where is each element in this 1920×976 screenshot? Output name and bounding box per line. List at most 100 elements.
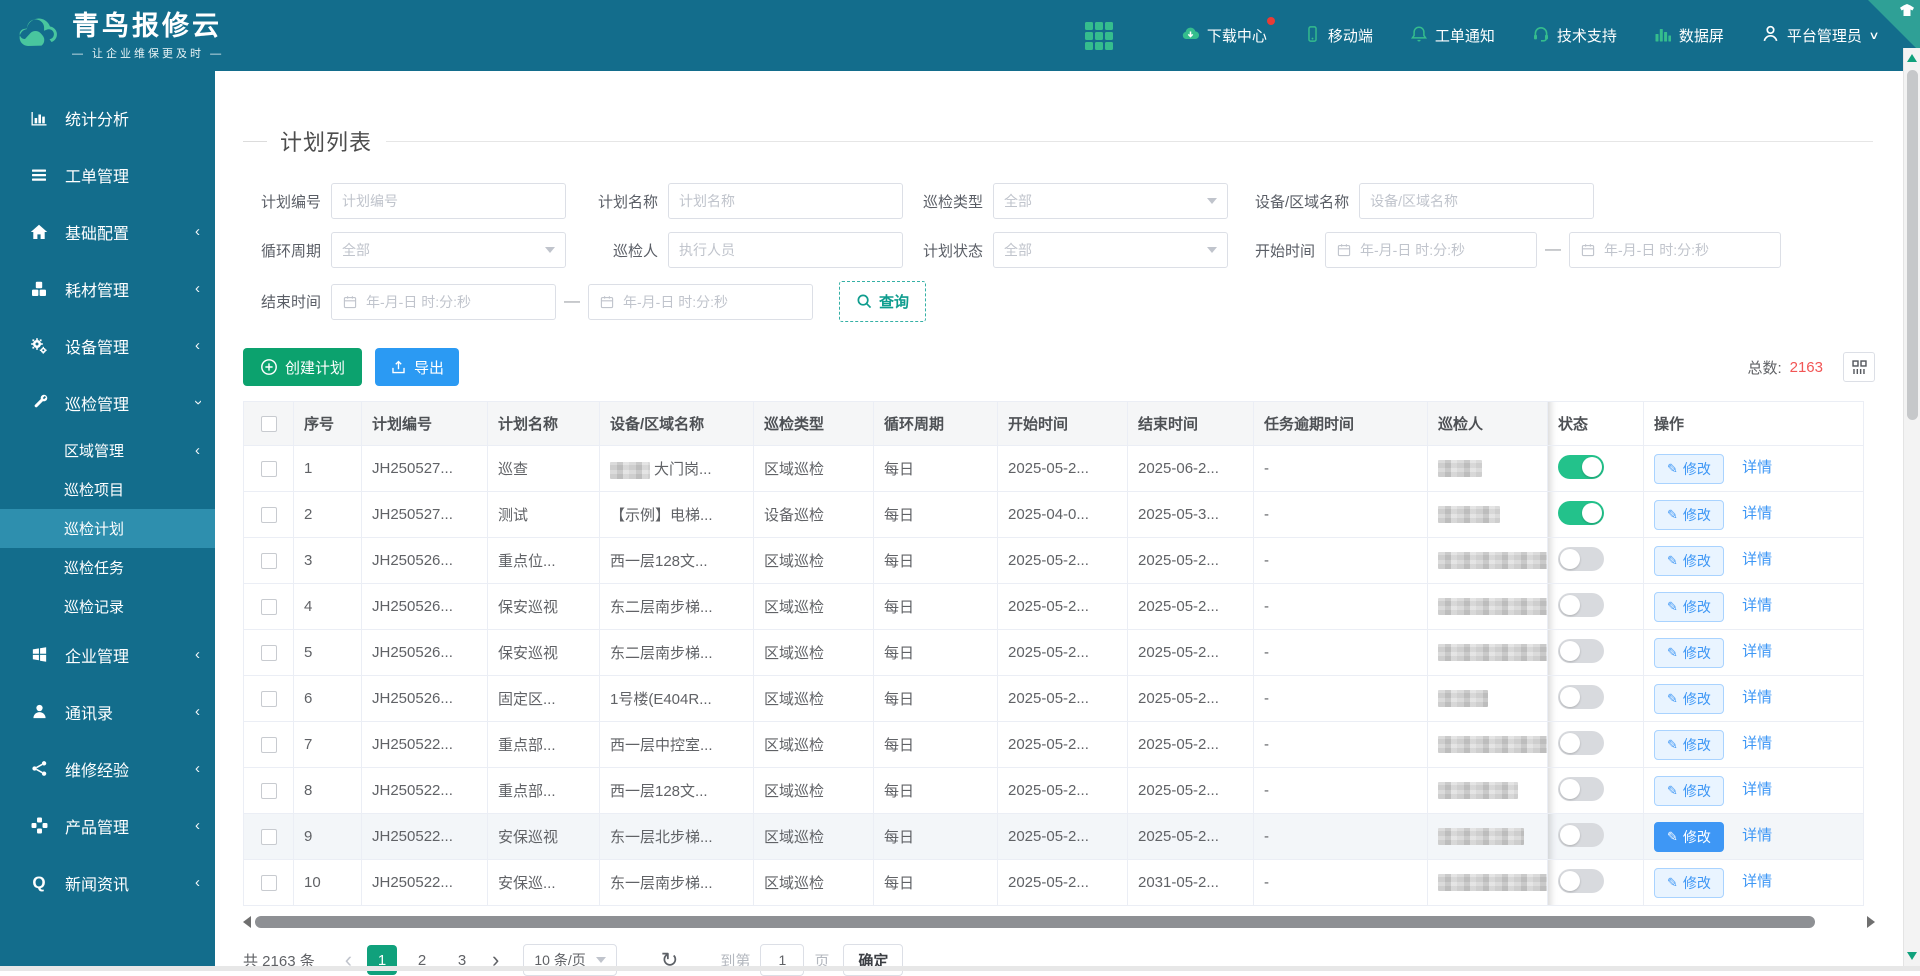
status-toggle[interactable] (1558, 685, 1604, 709)
scroll-down-arrow[interactable] (1907, 952, 1917, 960)
page-vertical-scrollbar[interactable] (1903, 48, 1920, 966)
column-settings-button[interactable] (1843, 352, 1875, 382)
modify-button[interactable]: ✎修改 (1654, 546, 1724, 576)
theme-ribbon[interactable] (1868, 0, 1920, 52)
detail-link[interactable]: 详情 (1742, 827, 1772, 844)
cell-device-area: 东二层南步梯... (600, 630, 754, 676)
select-all-checkbox[interactable] (261, 416, 277, 432)
inspector-input[interactable] (668, 232, 903, 268)
sidebar-item-equipment[interactable]: 设备管理 ‹ (0, 317, 215, 374)
scrollbar-thumb[interactable] (255, 916, 1815, 928)
row-checkbox[interactable] (261, 507, 277, 523)
detail-link[interactable]: 详情 (1742, 643, 1772, 660)
user-menu[interactable]: 平台管理员 ∨ (1760, 23, 1878, 48)
start-time-from-picker[interactable]: 年-月-日 时:分:秒 (1325, 232, 1537, 268)
detail-link[interactable]: 详情 (1742, 551, 1772, 568)
search-button[interactable]: 查询 (844, 285, 921, 318)
row-checkbox[interactable] (261, 691, 277, 707)
end-time-from-picker[interactable]: 年-月-日 时:分:秒 (331, 284, 556, 320)
confirm-button[interactable]: 确定 (843, 944, 903, 976)
detail-link[interactable]: 详情 (1742, 689, 1772, 706)
status-toggle[interactable] (1558, 777, 1604, 801)
create-plan-button[interactable]: 创建计划 (243, 348, 362, 386)
detail-link[interactable]: 详情 (1742, 873, 1772, 890)
status-toggle[interactable] (1558, 869, 1604, 893)
cell-plan-name: 巡查 (488, 446, 600, 492)
caret-down-icon (545, 247, 555, 253)
status-toggle[interactable] (1558, 593, 1604, 617)
brand-logo[interactable]: 青鸟报修云 — 让企业维保更及时 — (0, 11, 230, 61)
export-button[interactable]: 导出 (375, 348, 459, 386)
sidebar-item-inspection-tasks[interactable]: 巡检任务 (0, 548, 215, 587)
start-time-to-picker[interactable]: 年-月-日 时:分:秒 (1569, 232, 1781, 268)
sidebar-item-statistics[interactable]: 统计分析 (0, 89, 215, 146)
row-checkbox[interactable] (261, 553, 277, 569)
plan-no-input[interactable] (331, 183, 566, 219)
sidebar-item-consumables[interactable]: 耗材管理 ‹ (0, 260, 215, 317)
row-checkbox[interactable] (261, 875, 277, 891)
detail-link[interactable]: 详情 (1742, 781, 1772, 798)
nav-mobile[interactable]: 移动端 (1303, 24, 1373, 48)
nav-order-notify[interactable]: 工单通知 (1409, 24, 1495, 48)
status-toggle[interactable] (1558, 639, 1604, 663)
plan-status-select[interactable]: 全部 (993, 232, 1228, 268)
sidebar-item-work-orders[interactable]: 工单管理 (0, 146, 215, 203)
sidebar-item-inspection-plans[interactable]: 巡检计划 (0, 509, 215, 548)
cycle-select[interactable]: 全部 (331, 232, 566, 268)
status-toggle[interactable] (1558, 501, 1604, 525)
cell-overdue-time: - (1254, 860, 1428, 906)
sidebar-item-basic-config[interactable]: 基础配置 ‹ (0, 203, 215, 260)
scroll-left-arrow[interactable] (243, 916, 251, 928)
modify-button[interactable]: ✎修改 (1654, 868, 1724, 898)
row-checkbox[interactable] (261, 461, 277, 477)
modify-button[interactable]: ✎修改 (1654, 638, 1724, 668)
sidebar-item-inspection-records[interactable]: 巡检记录 (0, 587, 215, 626)
detail-link[interactable]: 详情 (1742, 735, 1772, 752)
scroll-right-arrow[interactable] (1867, 916, 1875, 928)
inspection-type-select[interactable]: 全部 (993, 183, 1228, 219)
modify-button[interactable]: ✎修改 (1654, 592, 1724, 622)
status-toggle[interactable] (1558, 455, 1604, 479)
plan-name-input[interactable] (668, 183, 903, 219)
sidebar-item-enterprise[interactable]: 企业管理 ‹ (0, 626, 215, 683)
row-checkbox[interactable] (261, 737, 277, 753)
detail-link[interactable]: 详情 (1742, 459, 1772, 476)
row-checkbox[interactable] (261, 645, 277, 661)
cell-type: 设备巡检 (754, 492, 874, 538)
sidebar-item-repair-experience[interactable]: 维修经验 ‹ (0, 740, 215, 797)
nav-tech-support[interactable]: 技术支持 (1531, 24, 1617, 48)
scroll-up-arrow[interactable] (1907, 54, 1917, 62)
detail-link[interactable]: 详情 (1742, 597, 1772, 614)
row-checkbox[interactable] (261, 599, 277, 615)
status-toggle[interactable] (1558, 823, 1604, 847)
calendar-icon (599, 294, 615, 310)
nav-data-screen[interactable]: 数据屏 (1653, 24, 1724, 48)
boxes-icon (27, 279, 51, 299)
page-horizontal-scrollbar[interactable] (0, 966, 1920, 971)
modify-button[interactable]: ✎修改 (1654, 776, 1724, 806)
sidebar-item-products[interactable]: 产品管理 ‹ (0, 797, 215, 854)
apps-grid-icon[interactable] (1084, 21, 1114, 51)
sidebar-item-news[interactable]: Q 新闻资讯 ‹ (0, 854, 215, 911)
jump-page-input[interactable] (760, 944, 804, 976)
sidebar-item-contacts[interactable]: 通讯录 ‹ (0, 683, 215, 740)
sidebar-item-area-management[interactable]: 区域管理 ‹ (0, 431, 215, 470)
modify-button[interactable]: ✎修改 (1654, 684, 1724, 714)
status-toggle[interactable] (1558, 731, 1604, 755)
wrench-icon (27, 393, 51, 413)
modify-button[interactable]: ✎修改 (1654, 500, 1724, 530)
nav-download-center[interactable]: 下载中心 (1180, 24, 1267, 48)
modify-button[interactable]: ✎修改 (1654, 454, 1724, 484)
sidebar-item-inspection[interactable]: 巡检管理 ‹ (0, 374, 215, 431)
detail-link[interactable]: 详情 (1742, 505, 1772, 522)
row-checkbox[interactable] (261, 783, 277, 799)
end-time-to-picker[interactable]: 年-月-日 时:分:秒 (588, 284, 813, 320)
device-area-input[interactable] (1359, 183, 1594, 219)
modify-button[interactable]: ✎修改 (1654, 822, 1724, 852)
scrollbar-thumb[interactable] (1907, 70, 1918, 420)
page-size-select[interactable]: 10 条/页 (523, 944, 616, 976)
row-checkbox[interactable] (261, 829, 277, 845)
status-toggle[interactable] (1558, 547, 1604, 571)
modify-button[interactable]: ✎修改 (1654, 730, 1724, 760)
sidebar-item-inspection-items[interactable]: 巡检项目 (0, 470, 215, 509)
